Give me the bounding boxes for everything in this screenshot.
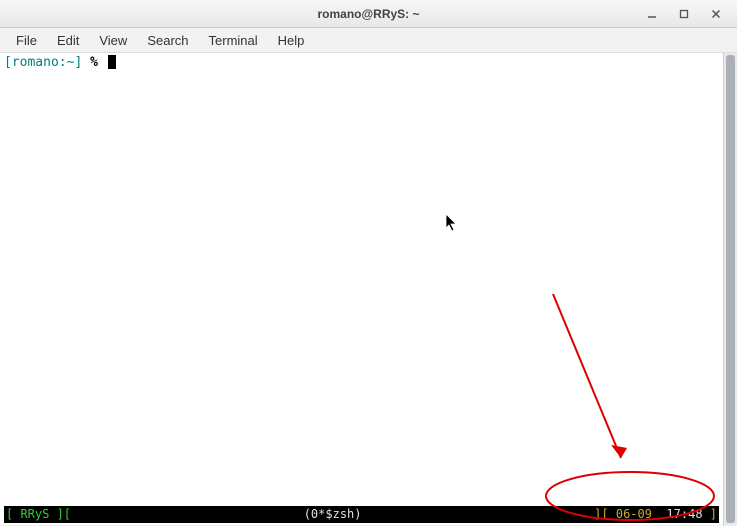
window-controls: [645, 7, 737, 21]
scrollbar-thumb[interactable]: [726, 55, 735, 523]
terminal-window: romano@RRyS: ~ File Edit View Search Ter…: [0, 0, 737, 525]
status-center: (0*$zsh): [304, 506, 362, 523]
status-left-open: [: [6, 506, 20, 523]
menu-view[interactable]: View: [91, 30, 135, 51]
close-button[interactable]: [709, 7, 723, 21]
prompt-symbol: %: [82, 55, 105, 71]
status-right-open: ][: [594, 506, 616, 523]
status-time: 17:48: [666, 506, 702, 523]
menu-terminal[interactable]: Terminal: [201, 30, 266, 51]
menu-file[interactable]: File: [8, 30, 45, 51]
prompt-open-bracket: [: [4, 55, 12, 71]
prompt-path: ~: [67, 55, 75, 71]
maximize-icon: [679, 9, 689, 19]
status-date: 06-09: [616, 506, 652, 523]
vertical-scrollbar[interactable]: [723, 53, 737, 525]
titlebar[interactable]: romano@RRyS: ~: [0, 0, 737, 28]
prompt-user: romano: [12, 55, 59, 71]
minimize-button[interactable]: [645, 7, 659, 21]
close-icon: [711, 9, 721, 19]
menu-help[interactable]: Help: [270, 30, 313, 51]
prompt-sep: :: [59, 55, 67, 71]
maximize-button[interactable]: [677, 7, 691, 21]
prompt-close-bracket: ]: [74, 55, 82, 71]
terminal-area-wrapper: [romano:~] % [ RRyS ][ (0*$zsh) ][ 06-09…: [0, 53, 737, 525]
window-title: romano@RRyS: ~: [0, 7, 737, 21]
status-right-close: ]: [703, 506, 717, 523]
text-cursor: [108, 55, 116, 69]
menu-edit[interactable]: Edit: [49, 30, 87, 51]
screen-statusline: [ RRyS ][ (0*$zsh) ][ 06-09 17:48 ]: [4, 506, 719, 523]
menu-search[interactable]: Search: [139, 30, 196, 51]
prompt-line: [romano:~] %: [4, 55, 719, 71]
minimize-icon: [647, 9, 657, 19]
menubar: File Edit View Search Terminal Help: [0, 28, 737, 53]
status-host: RRyS: [20, 506, 49, 523]
terminal-viewport[interactable]: [romano:~] % [ RRyS ][ (0*$zsh) ][ 06-09…: [0, 53, 723, 525]
status-left-close: ][: [49, 506, 71, 523]
